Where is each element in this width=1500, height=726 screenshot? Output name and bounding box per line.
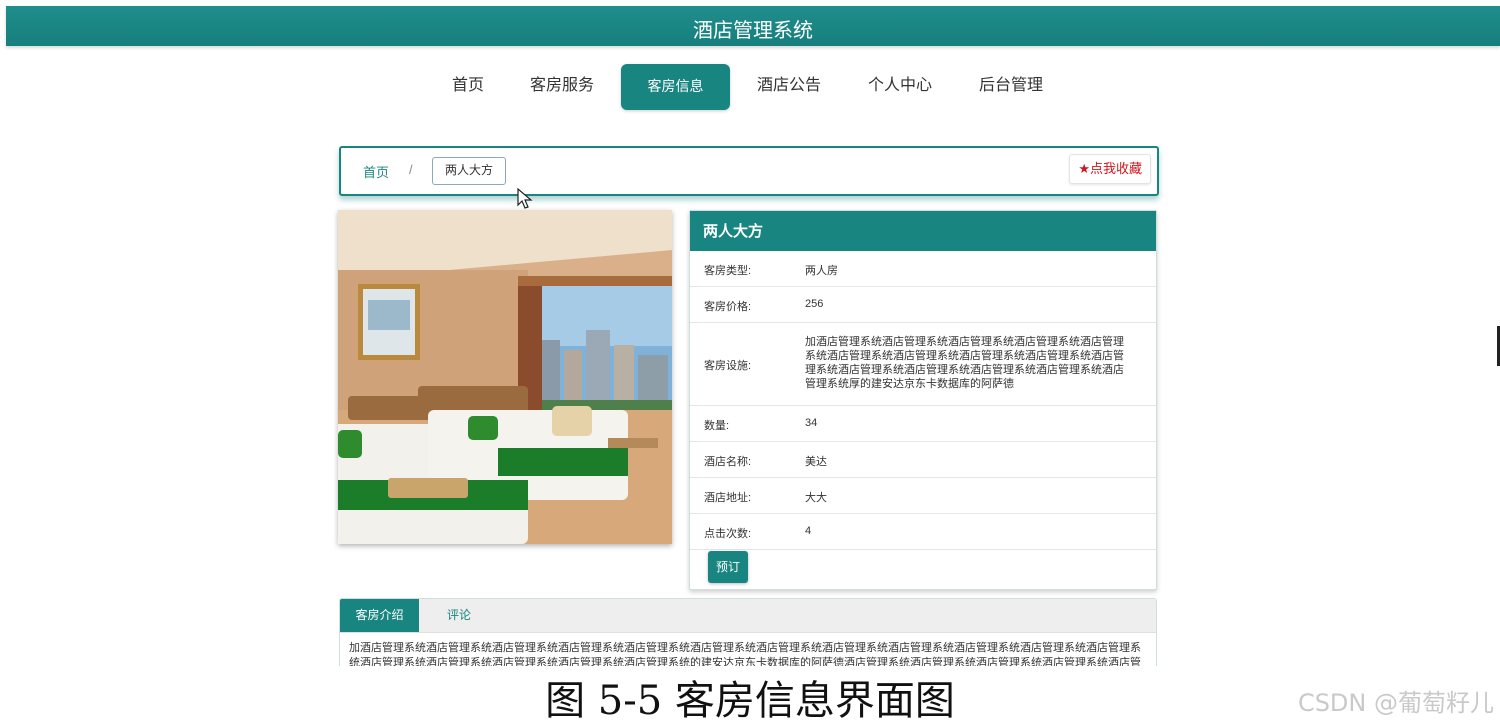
breadcrumb-home-link[interactable]: 首页 (363, 162, 389, 181)
nav-item-room-info[interactable]: 客房信息 (621, 64, 730, 110)
detail-row-room-type: 客房类型: 两人房 (690, 251, 1156, 287)
tab-room-intro[interactable]: 客房介绍 (340, 599, 419, 632)
nav-item-personal-center[interactable]: 个人中心 (862, 64, 938, 110)
room-title: 两人大方 (690, 211, 1156, 251)
main-nav: 首页 客房服务 客房信息 酒店公告 个人中心 后台管理 (0, 64, 1500, 110)
field-label: 酒店地址: (704, 492, 752, 504)
field-value: 美达 (805, 456, 827, 468)
app-page: 酒店管理系统 首页 客房服务 客房信息 酒店公告 个人中心 后台管理 首页 / … (0, 0, 1500, 666)
field-label: 客房价格: (704, 301, 752, 313)
tab-comments[interactable]: 评论 (419, 599, 499, 632)
detail-row-hotel-address: 酒店地址: 大大 (690, 478, 1156, 514)
book-button[interactable]: 预订 (708, 551, 748, 583)
breadcrumb: 首页 / 两人大方 ★点我收藏 (339, 146, 1159, 196)
room-intro-text: 加酒店管理系统酒店管理系统酒店管理系统酒店管理系统酒店管理系统酒店管理系统酒店管… (349, 642, 1141, 666)
hotel-room-image (338, 210, 672, 544)
field-label: 酒店名称: (704, 456, 752, 468)
breadcrumb-current[interactable]: 两人大方 (432, 157, 507, 185)
field-label: 数量: (704, 420, 730, 432)
breadcrumb-separator: / (409, 162, 413, 177)
room-detail-panel: 两人大方 客房类型: 两人房 客房价格: 256 客房设施: 加酒店管理系统酒店… (689, 210, 1157, 590)
detail-row-room-facilities: 客房设施: 加酒店管理系统酒店管理系统酒店管理系统酒店管理系统酒店管理系统酒店管… (690, 323, 1156, 406)
field-label: 客房设施: (704, 360, 752, 372)
field-label: 点击次数: (704, 528, 752, 540)
detail-row-click-count: 点击次数: 4 (690, 514, 1156, 550)
field-value: 34 (805, 417, 818, 429)
detail-row-hotel-name: 酒店名称: 美达 (690, 442, 1156, 478)
detail-row-room-price: 客房价格: 256 (690, 287, 1156, 323)
nav-item-home[interactable]: 首页 (446, 64, 490, 110)
field-value: 256 (805, 298, 824, 310)
room-tabs-panel: 客房介绍 评论 加酒店管理系统酒店管理系统酒店管理系统酒店管理系统酒店管理系统酒… (339, 598, 1157, 666)
nav-item-admin[interactable]: 后台管理 (973, 64, 1049, 110)
mouse-cursor-icon (517, 188, 533, 209)
field-label: 客房类型: (704, 265, 752, 277)
top-header-bar: 酒店管理系统 (6, 6, 1500, 46)
field-value: 加酒店管理系统酒店管理系统酒店管理系统酒店管理系统酒店管理系统酒店管理系统酒店管… (805, 336, 1124, 390)
field-value: 两人房 (805, 265, 838, 277)
figure-caption: 图 5-5 客房信息界面图 (545, 678, 955, 724)
field-value: 4 (805, 525, 812, 537)
room-photo (338, 210, 672, 544)
nav-item-room-service[interactable]: 客房服务 (524, 64, 600, 110)
favorite-button[interactable]: ★点我收藏 (1069, 154, 1151, 184)
detail-row-quantity: 数量: 34 (690, 406, 1156, 442)
site-title: 酒店管理系统 (693, 18, 813, 42)
nav-item-hotel-notice[interactable]: 酒店公告 (751, 64, 827, 110)
watermark: CSDN @葡萄籽儿 (1297, 689, 1494, 717)
field-value: 大大 (805, 492, 827, 504)
tab-bar: 客房介绍 评论 (340, 599, 1156, 633)
